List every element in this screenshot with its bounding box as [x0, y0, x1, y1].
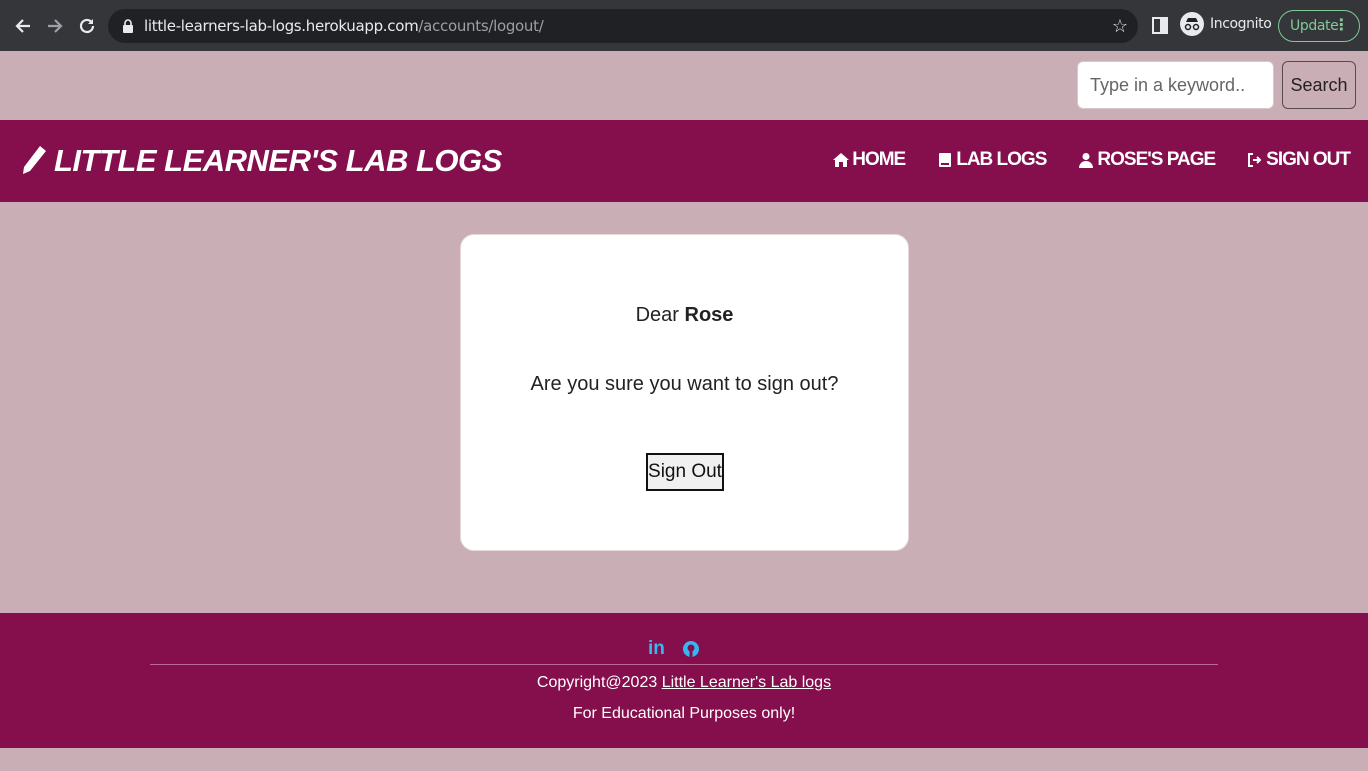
back-arrow-icon[interactable] — [8, 11, 38, 41]
github-icon[interactable] — [682, 640, 700, 658]
update-button[interactable]: Update ⋮ — [1278, 10, 1360, 42]
nav-sign-out-label: SIGN OUT — [1266, 149, 1351, 170]
brand-title: LITTLE LEARNER'S LAB LOGS — [54, 143, 502, 178]
copyright: Copyright@2023 Little Learner's Lab logs — [0, 674, 1368, 692]
site-footer: in Copyright@2023 Little Learner's Lab l… — [0, 613, 1368, 748]
more-vertical-icon[interactable]: ⋮ — [1333, 17, 1349, 33]
update-label: Update — [1290, 18, 1339, 34]
side-panel-icon[interactable] — [1152, 17, 1168, 34]
pencil-icon — [23, 146, 46, 174]
incognito-icon — [1180, 12, 1204, 36]
confirm-question: Are you sure you want to sign out? — [530, 373, 839, 395]
greeting: Dear Rose — [461, 304, 908, 327]
profile-label: Incognito — [1210, 16, 1272, 32]
greeting-prefix: Dear — [635, 304, 679, 326]
footer-purpose: For Educational Purposes only! — [572, 705, 796, 722]
search-bar: Search — [0, 51, 1368, 120]
nav-links: HOME LAB LOGS ROSE'S PAGE SIGN OUT — [801, 149, 1351, 171]
lock-icon — [123, 19, 133, 33]
copyright-prefix: Copyright@2023 — [536, 674, 658, 691]
username: Rose — [684, 304, 734, 326]
nav-sign-out[interactable]: SIGN OUT — [1247, 149, 1351, 171]
url-host: little-learners-lab-logs.herokuapp.com — [144, 17, 419, 35]
search-button[interactable]: Search — [1282, 61, 1356, 109]
nav-lab-logs-label: LAB LOGS — [956, 149, 1047, 170]
logout-card: Dear Rose Are you sure you want to sign … — [460, 234, 909, 551]
nav-roses-page[interactable]: ROSE'S PAGE — [1078, 149, 1216, 171]
profile-chip[interactable]: Incognito — [1180, 12, 1272, 36]
footer-divider — [150, 664, 1218, 665]
linkedin-icon[interactable]: in — [648, 638, 665, 660]
sign-out-button[interactable]: Sign Out — [646, 453, 724, 491]
browser-toolbar: little-learners-lab-logs.herokuapp.com/a… — [0, 0, 1368, 51]
star-icon[interactable]: ☆ — [1112, 16, 1128, 37]
search-input[interactable] — [1077, 61, 1274, 109]
sign-out-icon — [1248, 153, 1262, 167]
home-icon — [833, 153, 850, 167]
nav-lab-logs[interactable]: LAB LOGS — [937, 149, 1047, 171]
brand-link[interactable]: LITTLE LEARNER'S LAB LOGS — [20, 143, 502, 179]
book-icon — [939, 153, 952, 167]
nav-home[interactable]: HOME — [833, 149, 906, 171]
copyright-link[interactable]: Little Learner's Lab logs — [662, 674, 831, 691]
nav-roses-page-label: ROSE'S PAGE — [1097, 149, 1216, 170]
reload-icon[interactable] — [72, 11, 102, 41]
address-bar[interactable]: little-learners-lab-logs.herokuapp.com/a… — [108, 9, 1138, 43]
forward-arrow-icon[interactable] — [40, 11, 70, 41]
site-navbar: LITTLE LEARNER'S LAB LOGS HOME LAB LOGS … — [0, 120, 1368, 202]
user-icon — [1079, 153, 1094, 168]
nav-home-label: HOME — [852, 149, 906, 170]
url-path: /accounts/logout/ — [418, 17, 544, 35]
social-links: in — [648, 638, 700, 660]
